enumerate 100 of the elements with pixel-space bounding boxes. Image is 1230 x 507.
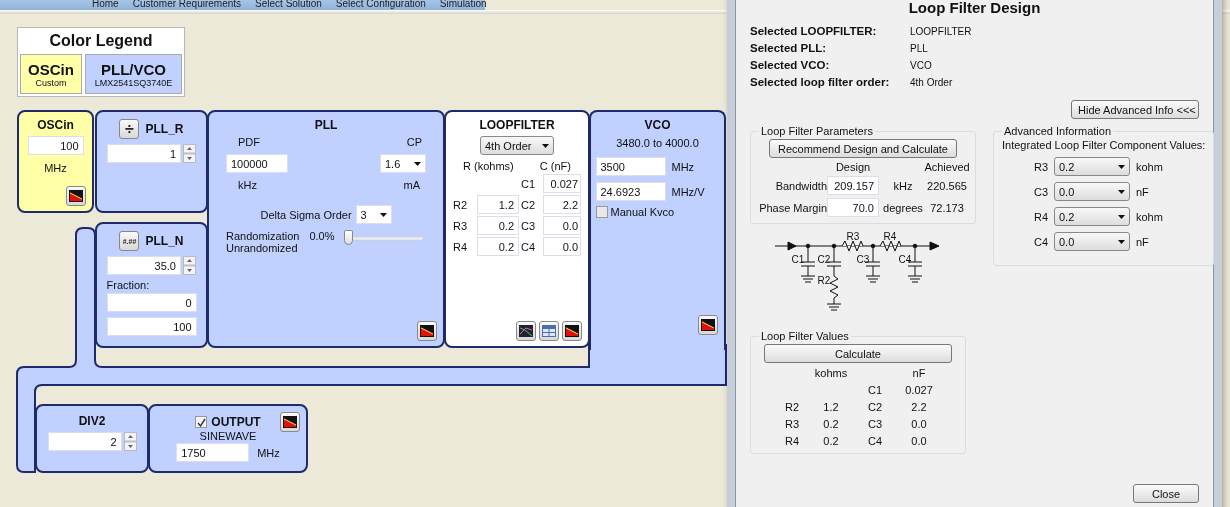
plot-button[interactable] (562, 321, 582, 341)
unit-label: MHz (257, 446, 280, 459)
cp-dropdown[interactable]: 1.6 (380, 154, 426, 173)
unit-label: mA (403, 179, 420, 191)
unit-label: MHz (671, 160, 695, 173)
denominator-field[interactable]: 100 (106, 317, 197, 336)
table-button[interactable] (539, 321, 559, 341)
resistor-field[interactable]: 0.2 (477, 237, 519, 256)
component-dropdown[interactable]: 0.0 (1054, 182, 1130, 201)
bode-plot-icon (519, 325, 533, 337)
navigation-tab[interactable]: Select Configuration (335, 0, 426, 9)
info-value: 4th Order (910, 76, 954, 88)
slider-thumb[interactable] (344, 230, 354, 245)
info-label: Selected VCO: (750, 59, 831, 71)
output-mode: SINEWAVE (199, 430, 257, 442)
randomization-reading: 0.0% (309, 230, 335, 242)
capacitor-value: 0.0 (911, 435, 927, 447)
manual-kvco-checkbox[interactable] (595, 206, 608, 218)
hide-advanced-button[interactable]: Hide Advanced Info <<< (1071, 100, 1199, 119)
design-field[interactable]: 70.0 (827, 198, 879, 217)
parameter-label: Phase Margin (759, 201, 827, 214)
bode-plot-button[interactable] (516, 321, 536, 341)
spinner-buttons[interactable] (183, 144, 196, 163)
unit-label: MHz/V (671, 185, 705, 198)
plot-button[interactable] (417, 321, 437, 341)
delta-sigma-dropdown[interactable]: 3 (355, 205, 392, 224)
component-label: C2 (817, 254, 831, 265)
component-dropdown[interactable]: 0.0 (1054, 232, 1130, 251)
caret-icon (1118, 164, 1125, 169)
resistor-label: R2 (453, 198, 469, 211)
capacitor-label: C2 (867, 401, 883, 413)
table-icon (542, 325, 556, 337)
navigation-tab[interactable]: Simulation (439, 0, 487, 9)
divider-field[interactable]: 1 (107, 144, 181, 163)
frequency-field[interactable]: 3500 (595, 157, 666, 176)
column-header: kohms (814, 367, 848, 379)
legend-part-label: LMX2541SQ3740E (94, 77, 173, 88)
recommend-button[interactable]: Recommend Design and Calculate (769, 139, 957, 158)
component-label: C4 (898, 254, 912, 265)
parameter-label: Bandwidth (775, 179, 827, 192)
delta-sigma-label: Delta Sigma Order (260, 208, 352, 221)
randomization-state: Unrandomized (226, 242, 299, 254)
column-header: nF (912, 367, 926, 379)
block-title: DIV2 (78, 413, 106, 429)
capacitor-value: 0.027 (905, 384, 933, 396)
resistor-label: R3 (784, 418, 800, 430)
info-label: Selected PLL: (750, 42, 828, 54)
group-label: Loop Filter Parameters (760, 125, 874, 137)
spinner-buttons[interactable] (123, 432, 137, 451)
resistor-field[interactable]: 0.2 (477, 216, 519, 235)
spinner-buttons[interactable] (183, 256, 196, 275)
component-label: R4 (883, 231, 897, 242)
resistor-value: 0.2 (823, 435, 839, 447)
plot-button[interactable] (280, 412, 300, 432)
capacitor-label: C4 (867, 435, 883, 447)
block-title: PLL (314, 117, 338, 133)
navigation-tab[interactable]: Select Solution (255, 0, 322, 9)
frequency-field[interactable]: 1750 (176, 443, 250, 462)
output-checkbox[interactable] (195, 416, 208, 428)
caret-icon (542, 143, 549, 148)
caret-icon (1118, 239, 1125, 244)
frequency-field[interactable]: 100 (27, 136, 84, 155)
numerator-field[interactable]: 0 (106, 293, 197, 312)
legend-part-label: Custom (35, 77, 67, 88)
block-title: OSCin (37, 117, 74, 133)
randomization-label: Randomization (226, 230, 300, 242)
kvco-field[interactable]: 24.6923 (595, 182, 666, 201)
capacitor-value: 0.0 (911, 418, 927, 430)
component-label: R3 (1033, 160, 1048, 173)
capacitor-field[interactable]: 0.0 (543, 237, 581, 256)
unit-label: kohm (1136, 160, 1164, 173)
navigation-tab[interactable]: Home (92, 0, 119, 9)
pdf-field[interactable]: 100000 (226, 154, 288, 173)
pdf-label: PDF (238, 136, 260, 148)
legend-title: Color Legend (49, 31, 153, 51)
randomization-slider[interactable] (344, 230, 425, 246)
legend-name: OSCin (28, 60, 74, 78)
component-dropdown[interactable]: 0.2 (1054, 207, 1130, 226)
plot-button[interactable] (66, 186, 86, 206)
order-dropdown[interactable]: 4th Order (480, 136, 554, 155)
design-field[interactable]: 209.157 (827, 176, 879, 195)
caret-icon (1118, 189, 1125, 194)
capacitor-field[interactable]: 2.2 (543, 195, 581, 214)
plot-icon (283, 416, 297, 428)
caret-icon (379, 212, 387, 217)
navigation-tab[interactable]: Customer Requirements (132, 0, 242, 9)
plot-icon (69, 190, 83, 202)
divider-field[interactable]: 35.0 (107, 256, 181, 275)
legend-name: PLL/VCO (101, 60, 166, 78)
calculate-button[interactable]: Calculate (764, 344, 952, 363)
caret-icon (1118, 214, 1125, 219)
capacitor-field[interactable]: 0.0 (543, 216, 581, 235)
component-dropdown[interactable]: 0.2 (1054, 157, 1130, 176)
resistor-field[interactable]: 1.2 (477, 195, 519, 214)
divider-field[interactable]: 2 (47, 432, 122, 451)
capacitor-label: C1 (521, 177, 537, 190)
capacitor-field[interactable]: 0.027 (543, 174, 581, 193)
divide-button[interactable]: ÷ (119, 119, 140, 139)
close-button[interactable]: Close (1133, 484, 1199, 503)
plot-button[interactable] (698, 315, 718, 335)
